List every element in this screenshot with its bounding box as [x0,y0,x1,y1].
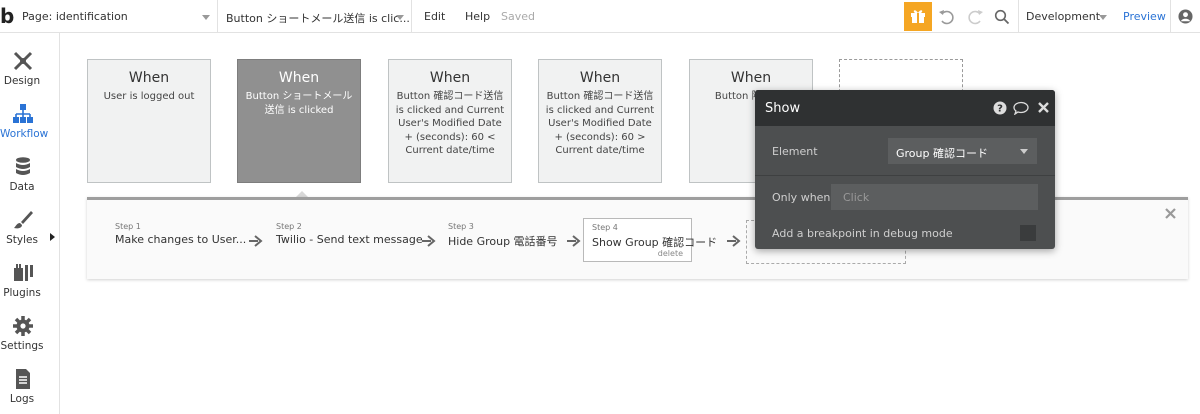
step-label: Show Group 確認コード [592,236,718,249]
step-3[interactable]: Step 3 Hide Group 電話番号 [448,222,558,249]
element-label: Element [772,145,818,158]
data-icon [16,157,30,175]
page-selector-label: Page: identification [22,10,128,23]
workflow-selector-label: Button ショートメール送信 is clic... [226,12,410,25]
design-icon [13,51,33,71]
page-selector[interactable]: Page: identification [16,0,218,33]
account-icon[interactable] [1178,9,1193,24]
sidebar-item-label: Logs [9,393,35,405]
step-number: Step 4 [592,223,618,232]
element-dropdown-value: Group 確認コード [896,147,988,160]
saved-status: Saved [501,10,535,23]
workflow-icon [13,104,33,123]
sidebar-item-styles[interactable]: Styles [0,200,48,253]
step-number: Step 1 [115,222,141,231]
close-icon[interactable] [1038,102,1049,113]
top-bar: b Page: identification Button ショートメール送信 … [0,0,1200,33]
event-description: Button ショートメール送信 is clicked [245,91,353,116]
arrow-right-icon [422,235,436,247]
event-when: When [128,70,170,86]
action-property-editor: Show ? Element Group 確認コード Only when Cli… [755,90,1055,249]
plugins-icon [14,264,33,281]
chevron-down-icon [1020,149,1028,154]
sidebar-item-plugins[interactable]: Plugins [0,253,48,306]
breakpoint-label: Add a breakpoint in debug mode [772,227,953,240]
help-icon[interactable]: ? [993,101,1007,115]
event-card[interactable]: When User is logged out [87,59,211,183]
only-when-placeholder: Click [843,191,870,204]
sidebar-item-data[interactable]: Data [0,147,48,200]
step-1[interactable]: Step 1 Make changes to User... [115,222,246,246]
sidebar-item-label: Design [3,75,41,87]
sidebar-item-label: Settings [0,340,44,352]
step-number: Step 2 [276,222,302,231]
event-when: When [429,70,471,86]
redo-icon[interactable] [966,8,984,26]
event-when: When [579,70,621,86]
sidebar-item-label: Styles [6,234,38,246]
event-description: Button 確認コード送信 is clicked and Current Us… [545,91,655,156]
chevron-down-icon [202,15,210,20]
event-card-selected[interactable]: When Button ショートメール送信 is clicked [237,59,361,183]
divider [1018,0,1019,33]
undo-icon[interactable] [938,8,956,26]
gear-icon [13,316,33,336]
event-when: When [278,70,320,86]
sidebar-item-logs[interactable]: Logs [0,359,48,412]
step-label: Hide Group 電話番号 [448,235,558,248]
bubble-logo[interactable]: b [0,4,16,28]
comment-icon[interactable] [1013,101,1029,115]
step-2[interactable]: Step 2 Twilio - Send text message [276,222,423,246]
step-label: Twilio - Send text message [276,233,423,246]
gift-button[interactable] [904,2,932,31]
logs-icon [16,369,30,389]
breakpoint-checkbox[interactable] [1020,225,1036,241]
event-when: When [730,70,772,86]
environment-selector[interactable]: Development [1026,10,1100,23]
sidebar-item-label: Workflow [0,128,49,140]
divider [1170,0,1171,33]
divider [755,175,1055,176]
preview-link[interactable]: Preview [1123,10,1166,23]
chevron-down-icon [396,15,404,20]
sidebar-item-design[interactable]: Design [0,41,48,94]
menu-help[interactable]: Help [465,10,490,23]
arrow-right-icon [727,235,741,247]
gift-icon [911,10,925,23]
expand-arrow-icon[interactable] [50,233,55,241]
close-icon[interactable] [1165,208,1176,219]
search-icon[interactable] [994,9,1010,25]
step-4-selected[interactable]: Step 4 Show Group 確認コード delete [583,218,717,262]
step-number: Step 3 [448,222,474,231]
event-card[interactable]: When Button 確認コード送信 is clicked and Curre… [388,59,512,183]
workflow-selector[interactable]: Button ショートメール送信 is clic... [218,0,412,33]
sidebar-item-label: Plugins [3,287,41,299]
only-when-label: Only when [772,191,831,204]
only-when-input[interactable]: Click [831,184,1038,210]
arrow-right-icon [567,235,581,247]
event-description: User is logged out [103,91,195,102]
event-description: Button 確認コード送信 is clicked and Current Us… [395,91,505,156]
sidebar-item-label: Data [9,181,35,193]
chevron-down-icon [1099,15,1107,20]
delete-step-link[interactable]: delete [658,249,683,258]
svg-text:?: ? [997,104,1003,115]
styles-icon [14,211,33,229]
sidebar-item-settings[interactable]: Settings [0,306,48,359]
arrow-right-icon [249,235,263,247]
event-card[interactable]: When Button 確認コード送信 is clicked and Curre… [538,59,662,183]
sidebar-item-workflow[interactable]: Workflow [0,94,48,147]
popup-title: Show [765,101,801,116]
menu-edit[interactable]: Edit [424,10,445,23]
element-dropdown[interactable]: Group 確認コード [888,138,1037,164]
step-label: Make changes to User... [115,233,247,246]
sidebar: Design Workflow Data Styles Plugins Sett… [0,33,60,414]
